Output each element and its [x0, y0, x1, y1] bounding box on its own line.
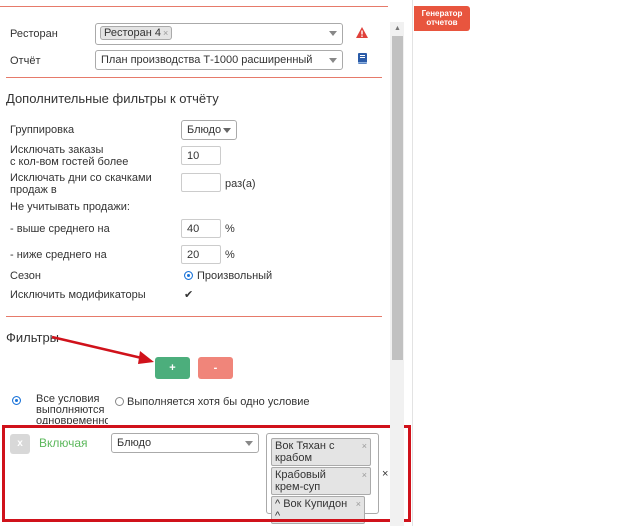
restaurant-label: Ресторан — [10, 28, 58, 40]
top-divider — [0, 6, 388, 7]
report-form-panel: Ресторан Ресторан 4 × Отчёт План производ… — [0, 0, 413, 526]
warning-icon[interactable] — [356, 27, 368, 38]
grouping-value: Блюдо — [187, 124, 222, 136]
remove-filter-button[interactable]: - — [198, 357, 233, 379]
exclude-orders-label-line2: с кол-вом гостей более — [10, 156, 129, 168]
grouping-select[interactable]: Блюдо — [181, 120, 237, 140]
season-label: Сезон — [10, 270, 41, 282]
tag-remove-icon[interactable]: × — [163, 28, 168, 38]
exclude-modifiers-checkbox[interactable]: ✔ — [184, 290, 195, 301]
report-label: Отчёт — [10, 55, 41, 67]
above-avg-label: - выше среднего на — [10, 223, 110, 235]
report-value: План производства Т-1000 расширенный — [101, 54, 313, 66]
exclude-orders-input[interactable]: 10 — [181, 146, 221, 165]
annotation-highlight-box — [2, 425, 411, 522]
condition-any-radio[interactable] — [115, 397, 124, 406]
scroll-up-icon[interactable]: ▲ — [392, 24, 403, 34]
exclude-days-input[interactable] — [181, 173, 221, 192]
annotation-arrow-icon — [51, 335, 154, 364]
above-avg-input[interactable]: 40 — [181, 219, 221, 238]
below-avg-unit: % — [225, 249, 235, 261]
restaurant-tag-label: Ресторан 4 — [104, 27, 161, 39]
extra-filters-title: Дополнительные фильтры к отчёту — [6, 91, 219, 106]
book-icon[interactable] — [357, 53, 368, 65]
condition-all-radio[interactable] — [12, 396, 21, 405]
condition-all-label: Все условия выполняются одновременно — [36, 394, 108, 424]
report-generator-tab[interactable]: Генератор отчетов — [414, 6, 470, 31]
grouping-label: Группировка — [10, 124, 75, 136]
below-avg-input[interactable]: 20 — [181, 245, 221, 264]
exclude-days-unit: раз(а) — [225, 178, 256, 190]
condition-any-label: Выполняется хотя бы одно условие — [127, 396, 310, 408]
exclude-modifiers-label: Исключить модификаторы — [10, 289, 146, 301]
chevron-down-icon — [329, 58, 337, 63]
scrollbar-thumb[interactable] — [392, 36, 403, 360]
season-option-label: Произвольный — [197, 270, 273, 282]
above-avg-unit: % — [225, 223, 235, 235]
divider — [6, 77, 382, 78]
report-select[interactable]: План производства Т-1000 расширенный — [95, 50, 343, 70]
chevron-down-icon — [329, 31, 337, 36]
exclude-days-label-line1: Исключать дни со скачками — [10, 172, 152, 184]
season-radio[interactable] — [184, 271, 193, 280]
below-avg-label: - ниже среднего на — [10, 249, 107, 261]
divider — [6, 316, 382, 317]
exclude-days-label-line2: продаж в — [10, 184, 57, 196]
restaurant-tag: Ресторан 4 × — [100, 26, 173, 40]
restaurant-select[interactable]: Ресторан 4 × — [95, 23, 343, 45]
exclude-orders-label-line1: Исключать заказы — [10, 144, 104, 156]
chevron-down-icon — [223, 128, 231, 133]
add-filter-button[interactable]: + — [155, 357, 190, 379]
ignore-sales-label: Не учитывать продажи: — [10, 201, 130, 213]
